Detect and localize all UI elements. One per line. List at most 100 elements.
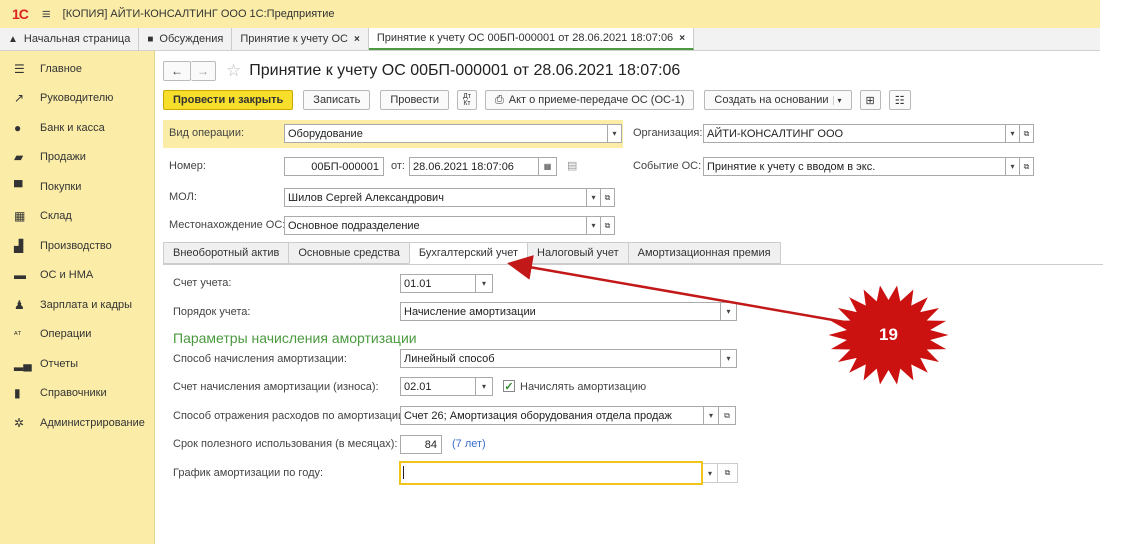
close-icon[interactable]: × [679,33,685,44]
organization-field[interactable]: АЙТИ-КОНСАЛТИНГ ООО [703,124,1006,143]
chevron-down-icon: ▾ [832,95,842,105]
tab-depreciation-bonus[interactable]: Амортизационная премия [627,242,781,264]
warehouse-icon: ▦ [14,209,26,224]
expense-label: Способ отражения расходов по амортизации… [173,410,408,422]
sidebar-item-label: Справочники [40,387,107,400]
operation-type-field[interactable]: Оборудование [284,124,608,143]
accrue-checkbox[interactable]: ✓ [503,380,515,393]
chevron-down-icon[interactable]: ▾ [587,188,601,207]
dt-kt-icon: Дт Кт [463,93,471,107]
dep-account-field[interactable]: 02.01 [400,377,476,396]
mol-field[interactable]: Шилов Сергей Александрович [284,188,587,207]
tab-discussions[interactable]: ■ Обсуждения [139,28,233,50]
account-label: Счет учета: [173,277,232,289]
favorite-star-icon[interactable]: ☆ [226,61,241,81]
document-header: ← → ☆ Принятие к учету ОС 00БП-000001 от… [163,60,680,82]
chevron-down-icon[interactable]: ▾ [703,463,718,483]
tab-fixed-assets[interactable]: Основные средства [288,242,409,264]
dt-kt-icon: ᴬᵀ [14,329,22,339]
main-menu-icon[interactable]: ≡ [42,6,51,23]
calendar-icon[interactable]: ▦ [539,157,557,176]
post-and-close-button[interactable]: Провести и закрыть [163,90,294,110]
sidebar-item-production[interactable]: ▟ Производство [0,231,154,261]
forward-button[interactable]: → [191,61,216,81]
life-label: Срок полезного использования (в месяцах)… [173,438,398,450]
sidebar-item-catalogs[interactable]: ▮ Справочники [0,379,154,409]
chevron-down-icon[interactable]: ▾ [608,124,622,143]
sidebar-item-os[interactable]: ▬ ОС и НМА [0,261,154,291]
expense-field[interactable]: Счет 26; Амортизация оборудования отдела… [400,406,704,425]
chevron-down-icon[interactable]: ▾ [476,377,493,396]
sidebar-item-manager[interactable]: ↗ Руководителю [0,84,154,114]
method-field[interactable]: Линейный способ [400,349,721,368]
open-icon[interactable]: ⧉ [601,216,615,235]
chevron-down-icon[interactable]: ▾ [1006,124,1020,143]
close-icon[interactable]: × [354,34,360,45]
sidebar-item-salary[interactable]: ♟ Зарплата и кадры [0,290,154,320]
open-icon[interactable]: ⧉ [719,406,736,425]
open-icon[interactable]: ⧉ [1020,157,1034,176]
document-form: ← → ☆ Принятие к учету ОС 00БП-000001 от… [163,51,1103,544]
open-windows-bar: ▲ Начальная страница ■ Обсуждения Принят… [0,28,1100,51]
structure-button[interactable]: ⊞ [859,90,881,110]
chevron-down-icon[interactable]: ▾ [1006,157,1020,176]
book-icon: ▮ [14,386,21,401]
post-button[interactable]: Провести [380,90,449,110]
comment-icon[interactable]: ▤ [567,159,577,172]
save-button[interactable]: Записать [303,90,371,110]
dt-kt-button[interactable]: Дт Кт [456,90,477,110]
sidebar-item-reports[interactable]: ▂▄ Отчеты [0,349,154,379]
cart-icon: ▀ [14,179,23,194]
more-button[interactable]: ☷ [888,90,911,110]
life-field[interactable]: 84 [400,435,442,454]
location-field[interactable]: Основное подразделение [284,216,587,235]
sidebar-item-admin[interactable]: ✲ Администрирование [0,408,154,438]
command-bar: Провести и закрыть Записать Провести Дт К… [163,89,919,111]
account-field[interactable]: 01.01 [400,274,476,293]
create-based-on-button[interactable]: Создать на основании ▾ [704,90,852,110]
open-icon[interactable]: ⧉ [1020,124,1034,143]
sidebar-item-operations[interactable]: ᴬᵀ Операции [0,320,154,350]
tab-divider [163,264,1103,265]
method-label: Способ начисления амортизации: [173,353,347,365]
sidebar-item-sales[interactable]: ▰ Продажи [0,143,154,173]
list-icon: ☷ [894,94,905,107]
tab-os-list[interactable]: Принятие к учету ОС × [232,28,369,50]
order-field[interactable]: Начисление амортизации [400,302,721,321]
number-field[interactable]: 00БП-000001 [284,157,384,176]
number-label: Номер: [169,160,206,172]
operation-type-label: Вид операции: [169,127,245,139]
chevron-down-icon[interactable]: ▾ [721,302,737,321]
tab-home[interactable]: ▲ Начальная страница [0,28,140,50]
sidebar-item-bank[interactable]: ● Банк и касса [0,113,154,143]
chevron-down-icon[interactable]: ▾ [721,349,737,368]
event-field[interactable]: Принятие к учету с вводом в экс. [703,157,1006,176]
sidebar-item-label: Производство [40,239,112,252]
bag-icon: ▰ [14,150,24,165]
schedule-field[interactable] [399,461,703,485]
tab-tax-accounting[interactable]: Налоговый учет [527,242,628,264]
life-years-link[interactable]: (7 лет) [452,438,486,450]
sidebar-item-label: Главное [40,62,83,75]
sidebar-item-label: ОС и НМА [40,269,94,282]
schedule-label: График амортизации по году: [173,467,324,479]
sidebar-item-label: Руководителю [40,92,114,105]
open-icon[interactable]: ⧉ [718,463,738,483]
tab-accounting[interactable]: Бухгалтерский учет [408,242,528,264]
back-button[interactable]: ← [163,61,191,81]
sidebar-item-purchases[interactable]: ▀ Покупки [0,172,154,202]
app-title: [КОПИЯ] АЙТИ-КОНСАЛТИНГ ООО 1С:Предприят… [62,8,335,20]
print-act-button[interactable]: ⎙ Акт о приеме-передаче ОС (ОС-1) [484,90,695,110]
sidebar-item-label: Продажи [40,151,86,164]
tab-non-current-asset[interactable]: Внеоборотный актив [163,242,289,264]
document-tabs: Внеоборотный актив Основные средства Бух… [163,242,781,264]
chevron-down-icon[interactable]: ▾ [476,274,493,293]
sidebar-item-warehouse[interactable]: ▦ Склад [0,202,154,232]
tab-os-document[interactable]: Принятие к учету ОС 00БП-000001 от 28.06… [368,28,695,50]
sidebar-item-main[interactable]: ☰ Главное [0,54,154,84]
date-field[interactable]: 28.06.2021 18:07:06 [409,157,539,176]
chevron-down-icon[interactable]: ▾ [704,406,719,425]
tab-home-label: Начальная страница [23,33,131,45]
open-icon[interactable]: ⧉ [601,188,615,207]
chevron-down-icon[interactable]: ▾ [587,216,601,235]
